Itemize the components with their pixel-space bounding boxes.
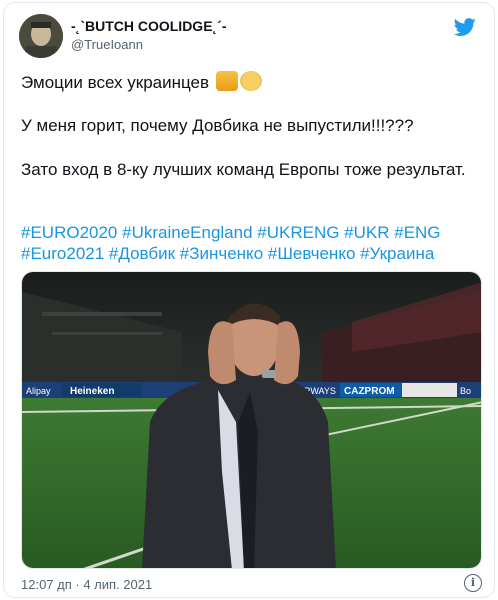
author-handle[interactable]: @TrueIoann	[71, 37, 143, 52]
hashtags-line2[interactable]: #Euro2021 #Довбик #Зинченко #Шевченко #У…	[21, 243, 483, 264]
tweet-header: -˛`BUTCH COOLIDGE˛´- @TrueIoann	[19, 14, 482, 58]
tweet-text-line3: Зато вход в 8-ку лучших команд Европы то…	[21, 160, 466, 179]
tweet-text-line1: Эмоции всех украинцев	[21, 71, 483, 93]
ad-board-heineken: Heineken	[70, 386, 114, 397]
tweet-text-line2: У меня горит, почему Довбика не выпустил…	[21, 116, 414, 135]
hashtags-line1[interactable]: #EURO2020 #UkraineEngland #UKRENG #UKR #…	[21, 222, 483, 243]
scream-cat-emoji	[215, 71, 238, 91]
tweet-photo[interactable]: Alipay Heineken RWAYS CAZPROM Bo	[21, 271, 482, 569]
ad-board-alipay: Alipay	[26, 386, 51, 396]
scream-face-emoji	[239, 71, 262, 91]
tweet-card[interactable]: -˛`BUTCH COOLIDGE˛´- @TrueIoann Эмоции в…	[3, 2, 495, 598]
tweet-line1-text: Эмоции всех украинцев	[21, 73, 210, 92]
avatar[interactable]	[19, 14, 63, 58]
timestamp[interactable]: 12:07 дп · 4 лип. 2021	[21, 577, 152, 592]
ad-board-gazprom: CAZPROM	[344, 386, 395, 397]
hashtags[interactable]: #EURO2020 #UkraineEngland #UKRENG #UKR #…	[21, 222, 483, 264]
ad-board-bo: Bo	[460, 386, 471, 396]
twitter-bird-icon[interactable]	[454, 16, 476, 38]
author-name[interactable]: -˛`BUTCH COOLIDGE˛´-	[71, 18, 227, 34]
info-icon[interactable]: i	[464, 574, 482, 592]
